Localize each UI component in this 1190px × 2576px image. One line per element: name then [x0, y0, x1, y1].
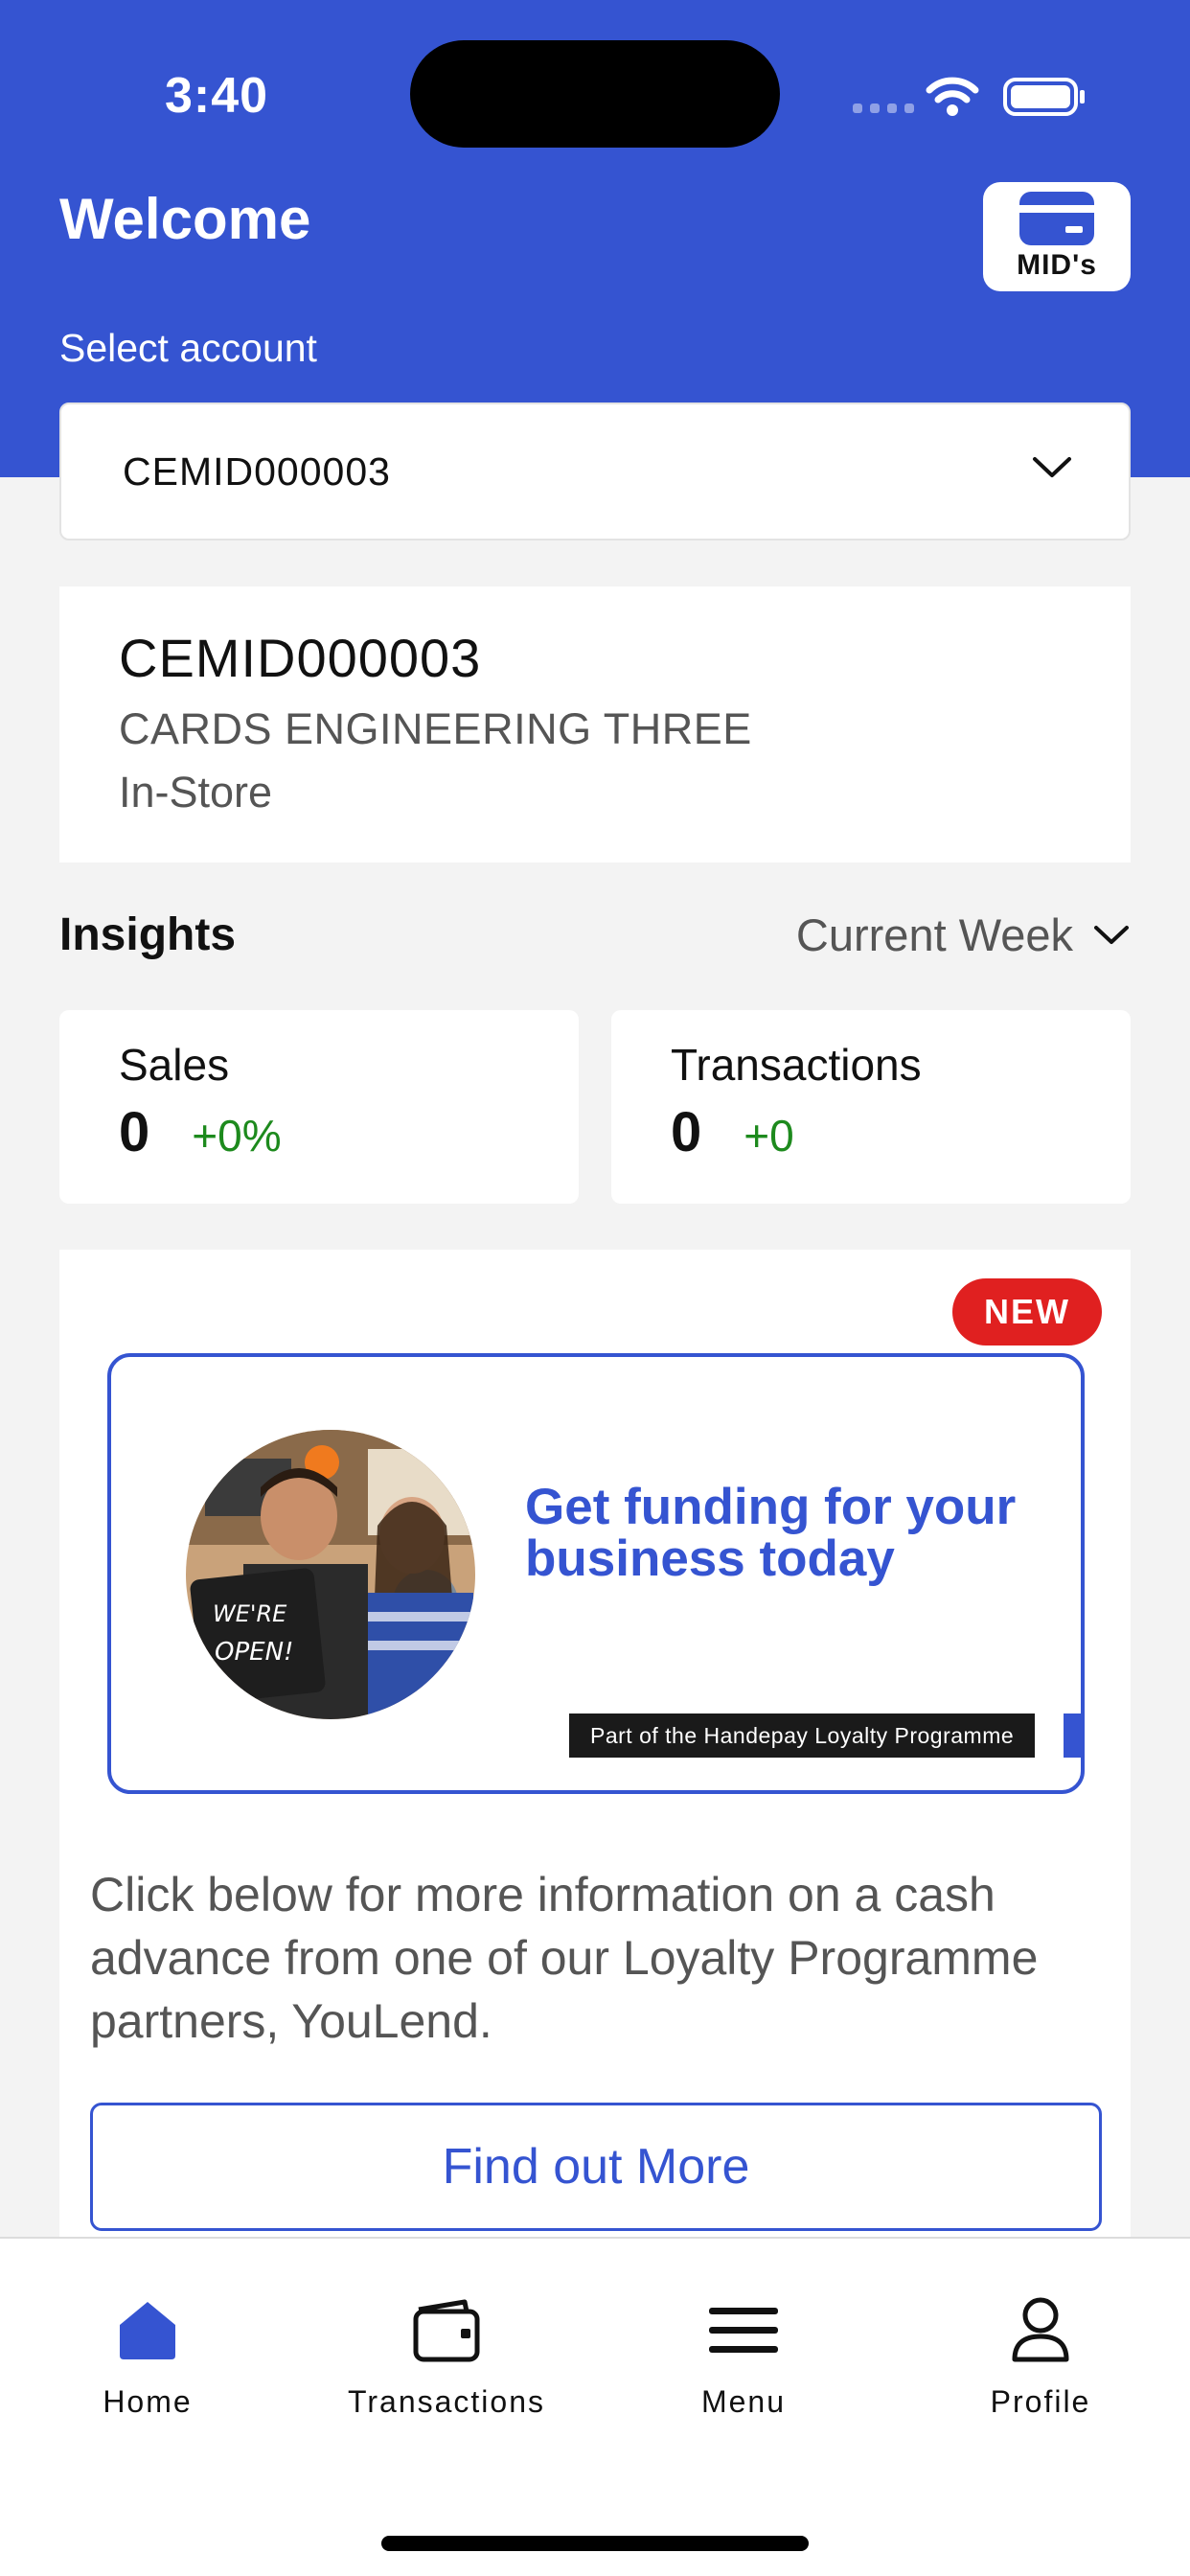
tab-transactions[interactable]: Transactions	[312, 2296, 581, 2420]
profile-icon	[1012, 2297, 1069, 2362]
account-id: CEMID000003	[119, 628, 482, 688]
svg-text:WE'RE: WE'RE	[213, 1600, 287, 1627]
menu-icon	[709, 2308, 778, 2353]
promo-description: Click below for more information on a ca…	[90, 1868, 1039, 2048]
period-select[interactable]: Current Week	[796, 908, 1131, 961]
transactions-change: +0	[744, 1111, 794, 1161]
account-select-value: CEMID000003	[123, 448, 391, 494]
funding-banner[interactable]: WE'RE OPEN! Get funding for your busines…	[107, 1353, 1085, 1794]
sales-stat-card: Sales 0 +0%	[59, 1010, 579, 1204]
banner-heading: Get funding for your business today	[525, 1479, 1017, 1587]
mids-button-label: MID's	[1017, 249, 1097, 281]
tab-bar: Home Transactions Menu Profile	[0, 2237, 1190, 2576]
chevron-down-icon	[1033, 457, 1071, 477]
sales-label: Sales	[119, 1040, 230, 1090]
status-time: 3:40	[165, 68, 269, 124]
sales-value: 0	[119, 1101, 150, 1163]
promo-card: NEW WE'RE OPEN! Get funding for your bus…	[59, 1250, 1131, 2294]
tab-home-label: Home	[103, 2384, 193, 2419]
period-select-value: Current Week	[795, 909, 1073, 960]
battery-icon	[1003, 78, 1085, 116]
sales-change: +0%	[192, 1111, 282, 1161]
select-account-label: Select account	[59, 326, 317, 370]
account-details-card: CEMID000003 CARDS ENGINEERING THREE In-S…	[59, 586, 1131, 862]
home-indicator	[381, 2536, 809, 2551]
banner-tag: Part of the Handepay Loyalty Programme	[569, 1714, 1036, 1758]
new-badge: NEW	[952, 1278, 1102, 1346]
tab-home[interactable]: Home	[13, 2296, 282, 2420]
chevron-down-icon	[1094, 925, 1129, 944]
home-icon	[120, 2302, 175, 2359]
tab-profile[interactable]: Profile	[906, 2296, 1175, 2420]
transactions-value: 0	[671, 1101, 702, 1163]
tab-profile-label: Profile	[990, 2384, 1091, 2419]
wifi-icon	[926, 77, 979, 116]
find-out-more-button[interactable]: Find out More	[90, 2103, 1102, 2231]
transactions-label: Transactions	[671, 1040, 922, 1090]
page-title: Welcome	[59, 187, 311, 251]
tab-menu[interactable]: Menu	[609, 2296, 878, 2420]
shop-owners-photo: WE'RE OPEN!	[186, 1430, 475, 1719]
status-bar: 3:40	[0, 0, 1190, 182]
transactions-stat-card: Transactions 0 +0	[611, 1010, 1131, 1204]
cellular-signal-icon	[853, 104, 914, 113]
card-icon	[1019, 192, 1094, 245]
banner-tag-accent	[1064, 1714, 1081, 1758]
mids-button[interactable]: MID's	[983, 182, 1131, 291]
account-name: CARDS ENGINEERING THREE	[119, 704, 752, 753]
account-type: In-Store	[119, 768, 273, 816]
svg-text:OPEN!: OPEN!	[215, 1638, 293, 1667]
tab-menu-label: Menu	[700, 2384, 787, 2419]
tab-transactions-label: Transactions	[348, 2384, 545, 2419]
dynamic-island	[410, 40, 780, 148]
wallet-icon	[413, 2299, 480, 2362]
insights-heading: Insights	[59, 909, 237, 960]
account-select[interactable]: CEMID000003	[59, 402, 1131, 540]
